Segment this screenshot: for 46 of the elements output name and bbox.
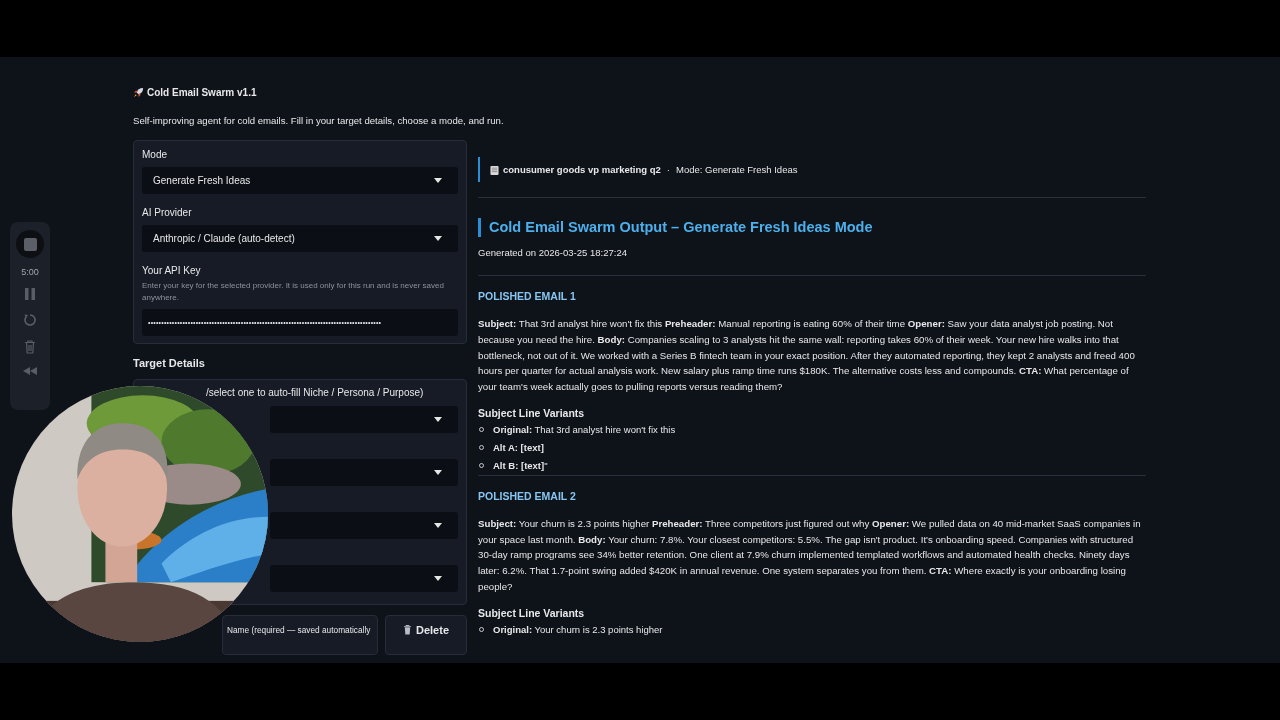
variants-title: Subject Line Variants: [478, 606, 586, 621]
app-subtitle: Self-improving agent for cold emails. Fill in your target details, choose a mode, and run.: [133, 115, 504, 128]
select-field[interactable]: [270, 406, 458, 433]
generated-date: Generated on 2026-03-25 18:27:24: [478, 247, 628, 260]
field-label: Mode: [142, 148, 168, 162]
campaign-name-field[interactable]: Name (required — saved automatically: [222, 615, 378, 655]
select-field[interactable]: [270, 512, 458, 539]
trash-icon: [403, 624, 412, 635]
mode-text: Mode: Generate Fresh Ideas: [676, 164, 798, 175]
email-body: Subject: Your churn is 2.3 points higher Preheader: Three competitors just figured out why Opener: We pulled data on 40 mid-market SaaS companies in your space last month. Body: Your churn: 7.8%. Your closest competitors: 5.5%. The gap isn't product. It's onboarding speed. Companies with structured 30-day ramp programs see 34% better retention. One client at 7.9% churn implemented templated workflows and automated health checks. Ninety days later: 6.2%. That 1.7-point swing added $420K in annual revenue. One system separates you from them. CTA: Where exactly is your onboarding losing people?: [478, 516, 1142, 594]
variant-text: Alt B: [text]": [493, 460, 548, 472]
email-title: POLISHED EMAIL 2: [478, 489, 577, 504]
caret-icon: [434, 470, 442, 475]
caret-icon: [434, 576, 442, 581]
select-field[interactable]: [270, 565, 458, 592]
field-label: Your API Key: [142, 264, 202, 278]
variants-title: Subject Line Variants: [478, 406, 586, 421]
output-heading: Cold Email Swarm Output – Generate Fresh Ideas Mode: [478, 218, 1146, 237]
variant-text: Alt A: [text]: [493, 442, 544, 454]
separator: ·: [665, 164, 671, 175]
pause-icon[interactable]: [25, 288, 35, 300]
rewind-icon[interactable]: [23, 367, 37, 375]
restart-icon[interactable]: [23, 313, 37, 327]
campaign-name: conusumer goods vp marketing q2: [503, 164, 661, 175]
timer: 5:00: [21, 267, 39, 277]
field-label: /select one to auto-fill Niche / Persona / Purpose): [205, 386, 425, 400]
delete-button[interactable]: Delete: [385, 615, 467, 655]
caret-icon: [434, 178, 442, 183]
app-title: Cold Email Swarm v1.1: [147, 86, 257, 98]
provider-select[interactable]: Anthropic / Claude (auto-detect): [142, 225, 458, 252]
caret-icon: [434, 236, 442, 241]
trash-icon[interactable]: [24, 340, 36, 354]
variant-text: Original: That 3rd analyst hire won't fix this: [493, 424, 676, 436]
field-label: AI Provider: [142, 206, 193, 220]
select-field[interactable]: [270, 459, 458, 486]
variant-text: Original: Your churn is 2.3 points higher: [493, 624, 663, 635]
mode-select[interactable]: Generate Fresh Ideas: [142, 167, 458, 194]
help-text: Enter your key for the selected provider. It is used only for this run and is never saved anywhere.: [142, 280, 445, 304]
caret-icon: [434, 523, 442, 528]
section-title: Target Details: [133, 357, 206, 371]
email-body: Subject: That 3rd analyst hire won't fix this Preheader: Manual reporting is eating 60% of their time Opener: Saw your data analyst job posting. Not because you need the hire. Body: Companies scaling to 3 analysts hit the same wall: reporting takes 60% of their week. Your new hire walks into that bottleneck, not out of it. We worked with a Series B fintech team in your exact position. After they automated reporting, they kept 2 analysts and freed 400 hours per quarter for actual analysis work. New salary plus ramp time runs $180K. The alternative costs less and compounds. CTA: What percentage of your team's week actually goes to pulling reports versus reading them?: [478, 317, 1136, 394]
stop-button[interactable]: [16, 230, 44, 258]
caret-icon: [434, 417, 442, 422]
email-title: POLISHED EMAIL 1: [478, 290, 577, 304]
rocket-icon: [133, 86, 144, 98]
clipboard-icon: [490, 164, 499, 175]
